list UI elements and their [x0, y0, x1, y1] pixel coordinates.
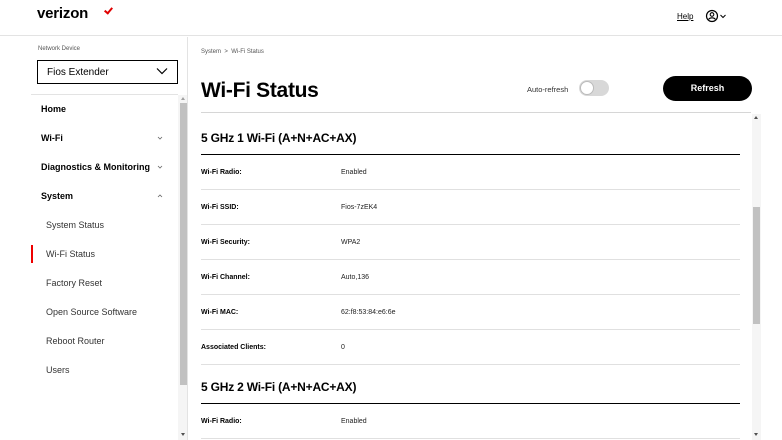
status-row: Wi-Fi Security: WPA2 — [201, 225, 740, 260]
sidebar-scroll-down-icon[interactable] — [181, 433, 185, 436]
nav-divider — [31, 94, 178, 95]
sidebar-item-label: Factory Reset — [46, 278, 103, 288]
device-select-value: Fios Extender — [47, 67, 109, 78]
sidebar-item-reboot-router[interactable]: Reboot Router — [41, 332, 173, 352]
status-key: Wi-Fi Security: — [201, 239, 250, 246]
main-scroll-up-icon[interactable] — [754, 116, 758, 119]
sidebar-item-users[interactable]: Users — [41, 361, 173, 381]
page-title: Wi-Fi Status — [201, 79, 319, 102]
status-value: Enabled — [341, 169, 367, 176]
main-content: System > Wi-Fi Status Wi-Fi Status Auto-… — [189, 37, 782, 440]
status-row: Wi-Fi SSID: Fios-7zEK4 — [201, 190, 740, 225]
status-row: Wi-Fi Channel: Auto,136 — [201, 260, 740, 295]
top-bar: verizon Help — [0, 0, 782, 36]
status-key: Wi-Fi Channel: — [201, 274, 250, 281]
network-device-label: Network Device — [38, 46, 81, 52]
chevron-up-icon — [157, 194, 163, 198]
status-value: Fios-7zEK4 — [341, 204, 378, 211]
sidebar-item-system[interactable]: System — [41, 187, 173, 207]
sidebar-item-label: System Status — [46, 220, 105, 230]
verizon-logo[interactable]: verizon — [37, 5, 113, 22]
sidebar-item-factory-reset[interactable]: Factory Reset — [41, 274, 173, 294]
sidebar-item-label: Wi-Fi Status — [46, 249, 96, 259]
status-key: Wi-Fi MAC: — [201, 309, 239, 316]
logo-checkmark-icon — [104, 5, 113, 15]
status-value: Enabled — [341, 418, 367, 425]
status-value: 62:f8:53:84:e6:6e — [341, 309, 396, 316]
sidebar-item-open-source-software[interactable]: Open Source Software — [41, 303, 173, 323]
sidebar-item-label: Users — [46, 365, 70, 375]
chevron-down-icon — [157, 136, 163, 140]
sidebar-item-wifi[interactable]: Wi-Fi — [41, 129, 173, 149]
breadcrumb-item-wifi-status[interactable]: Wi-Fi Status — [231, 49, 264, 55]
section-title-5ghz-1: 5 GHz 1 Wi-Fi (A+N+AC+AX) — [201, 131, 357, 145]
chevron-down-icon — [157, 165, 163, 169]
status-key: Associated Clients: — [201, 344, 266, 351]
status-key: Wi-Fi Radio: — [201, 169, 242, 176]
sidebar-item-wifi-status[interactable]: Wi-Fi Status — [31, 245, 173, 265]
sidebar-item-diagnostics[interactable]: Diagnostics & Monitoring — [41, 158, 173, 178]
sidebar: Network Device Fios Extender Home Wi-Fi … — [31, 37, 188, 440]
sidebar-item-home[interactable]: Home — [41, 100, 173, 120]
status-row: Associated Clients: 0 — [201, 330, 740, 365]
auto-refresh-toggle[interactable] — [579, 80, 609, 96]
status-key: Wi-Fi Radio: — [201, 418, 242, 425]
status-value: 0 — [341, 344, 345, 351]
toggle-knob — [580, 81, 594, 95]
breadcrumb-item-system[interactable]: System — [201, 49, 221, 55]
status-key: Wi-Fi SSID: — [201, 204, 239, 211]
status-value: Auto,136 — [341, 274, 370, 281]
logo-text: verizon — [37, 5, 89, 22]
status-row: Wi-Fi MAC: 62:f8:53:84:e6:6e — [201, 295, 740, 330]
chevron-down-icon — [156, 68, 168, 75]
sidebar-item-label: System — [41, 191, 74, 201]
sidebar-scroll-up-icon[interactable] — [181, 97, 185, 100]
sidebar-item-system-status[interactable]: System Status — [41, 216, 173, 236]
help-link[interactable]: Help — [677, 12, 693, 21]
account-circle-icon — [705, 9, 726, 23]
refresh-button[interactable]: Refresh — [663, 76, 752, 101]
status-value: WPA2 — [341, 239, 361, 246]
sidebar-item-label: Diagnostics & Monitoring — [41, 162, 150, 172]
sidebar-item-label: Reboot Router — [46, 336, 105, 346]
breadcrumb: System > Wi-Fi Status — [201, 49, 264, 55]
sidebar-scrollbar-thumb[interactable] — [180, 103, 187, 385]
breadcrumb-separator: > — [224, 49, 228, 55]
sidebar-item-label: Wi-Fi — [41, 133, 63, 143]
account-menu-button[interactable] — [705, 9, 729, 23]
network-device-select[interactable]: Fios Extender — [37, 60, 178, 84]
status-row: Wi-Fi Radio: Enabled — [201, 404, 740, 439]
status-row: Wi-Fi Radio: Enabled — [201, 155, 740, 190]
main-scrollbar-thumb[interactable] — [753, 207, 760, 324]
sidebar-item-label: Home — [41, 104, 67, 114]
main-scroll-down-icon[interactable] — [754, 433, 758, 436]
section-title-5ghz-2: 5 GHz 2 Wi-Fi (A+N+AC+AX) — [201, 380, 357, 394]
auto-refresh-label: Auto-refresh — [527, 85, 569, 94]
sidebar-item-label: Open Source Software — [46, 307, 138, 317]
title-divider — [201, 112, 751, 113]
